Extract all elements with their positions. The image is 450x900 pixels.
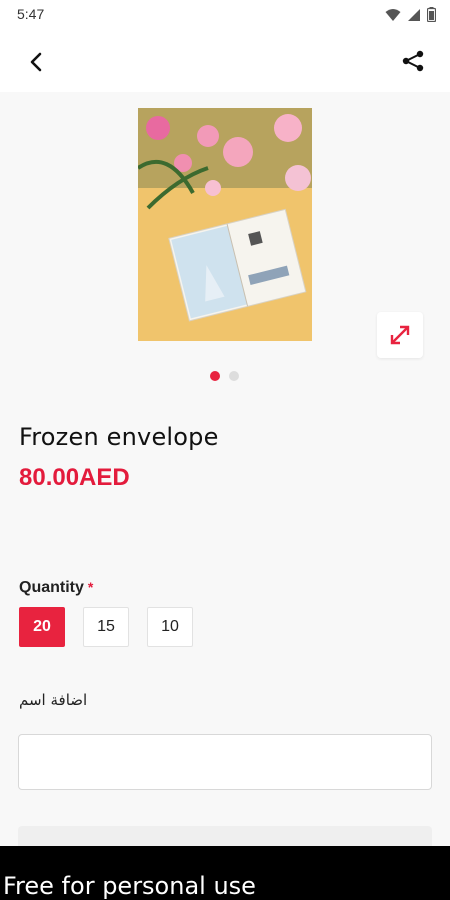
app-bar (0, 30, 450, 92)
quantity-option-15[interactable]: 15 (83, 607, 129, 647)
status-time: 5:47 (17, 6, 45, 22)
share-icon (402, 50, 424, 72)
signal-icon (408, 8, 420, 21)
product-title: Frozen envelope (19, 423, 219, 451)
image-pagination (210, 371, 239, 381)
battery-icon (427, 7, 436, 22)
expand-icon (390, 325, 410, 345)
product-price: 80.00AED (19, 464, 130, 491)
add-name-label: اضافة اسم (19, 691, 88, 709)
expand-image-button[interactable] (377, 312, 423, 358)
quantity-label: Quantity * (19, 579, 93, 597)
pagination-dot-active[interactable] (210, 371, 220, 381)
quantity-label-text: Quantity (19, 579, 84, 596)
status-bar: 5:47 (0, 0, 450, 30)
wifi-icon (385, 8, 401, 21)
share-button[interactable] (398, 46, 428, 76)
back-button[interactable] (22, 48, 50, 76)
status-icons (385, 7, 436, 22)
product-image[interactable] (138, 108, 312, 341)
quantity-options: 20 15 10 (19, 607, 193, 647)
pagination-dot[interactable] (229, 371, 239, 381)
watermark-text: Free for personal use (3, 872, 256, 900)
required-marker: * (87, 579, 94, 595)
product-photo (138, 108, 312, 341)
quantity-option-10[interactable]: 10 (147, 607, 193, 647)
add-name-input[interactable] (18, 734, 432, 790)
chevron-left-icon (30, 52, 42, 72)
quantity-option-20[interactable]: 20 (19, 607, 65, 647)
